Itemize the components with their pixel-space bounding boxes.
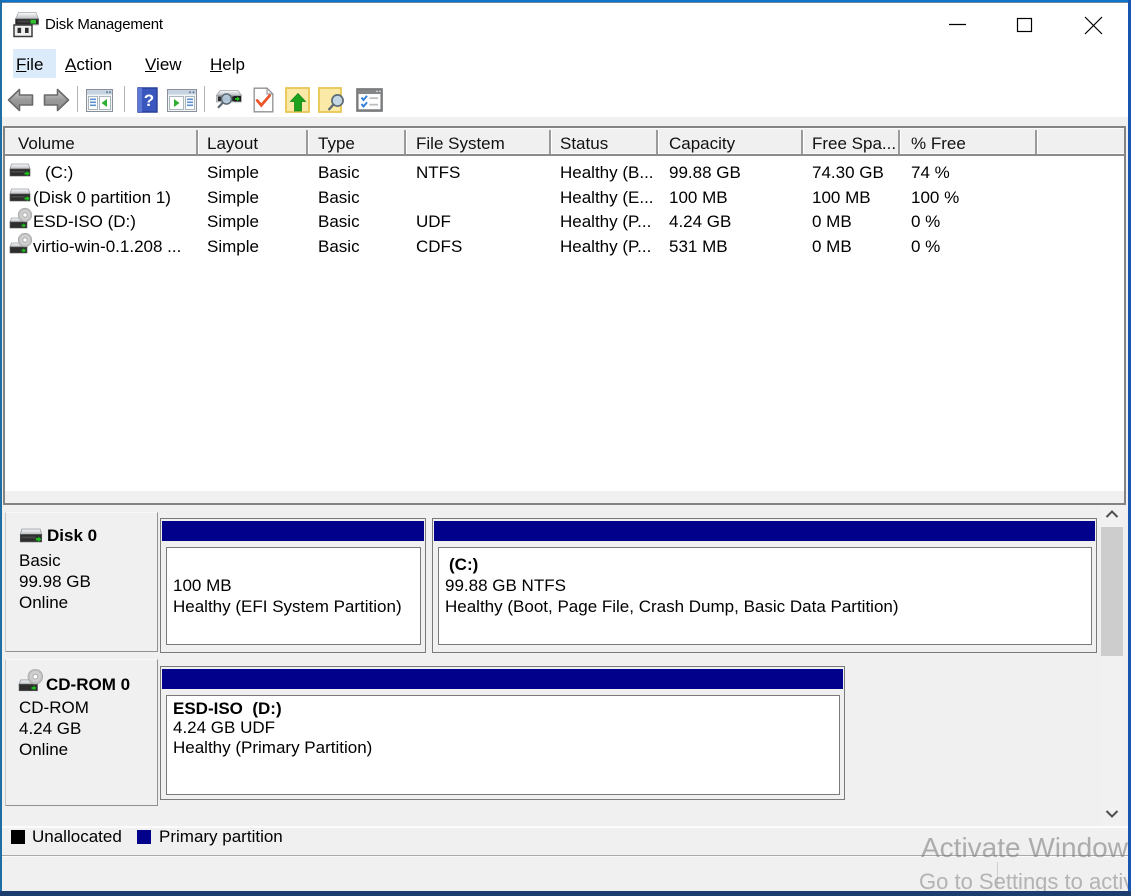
- svg-text:?: ?: [144, 91, 154, 110]
